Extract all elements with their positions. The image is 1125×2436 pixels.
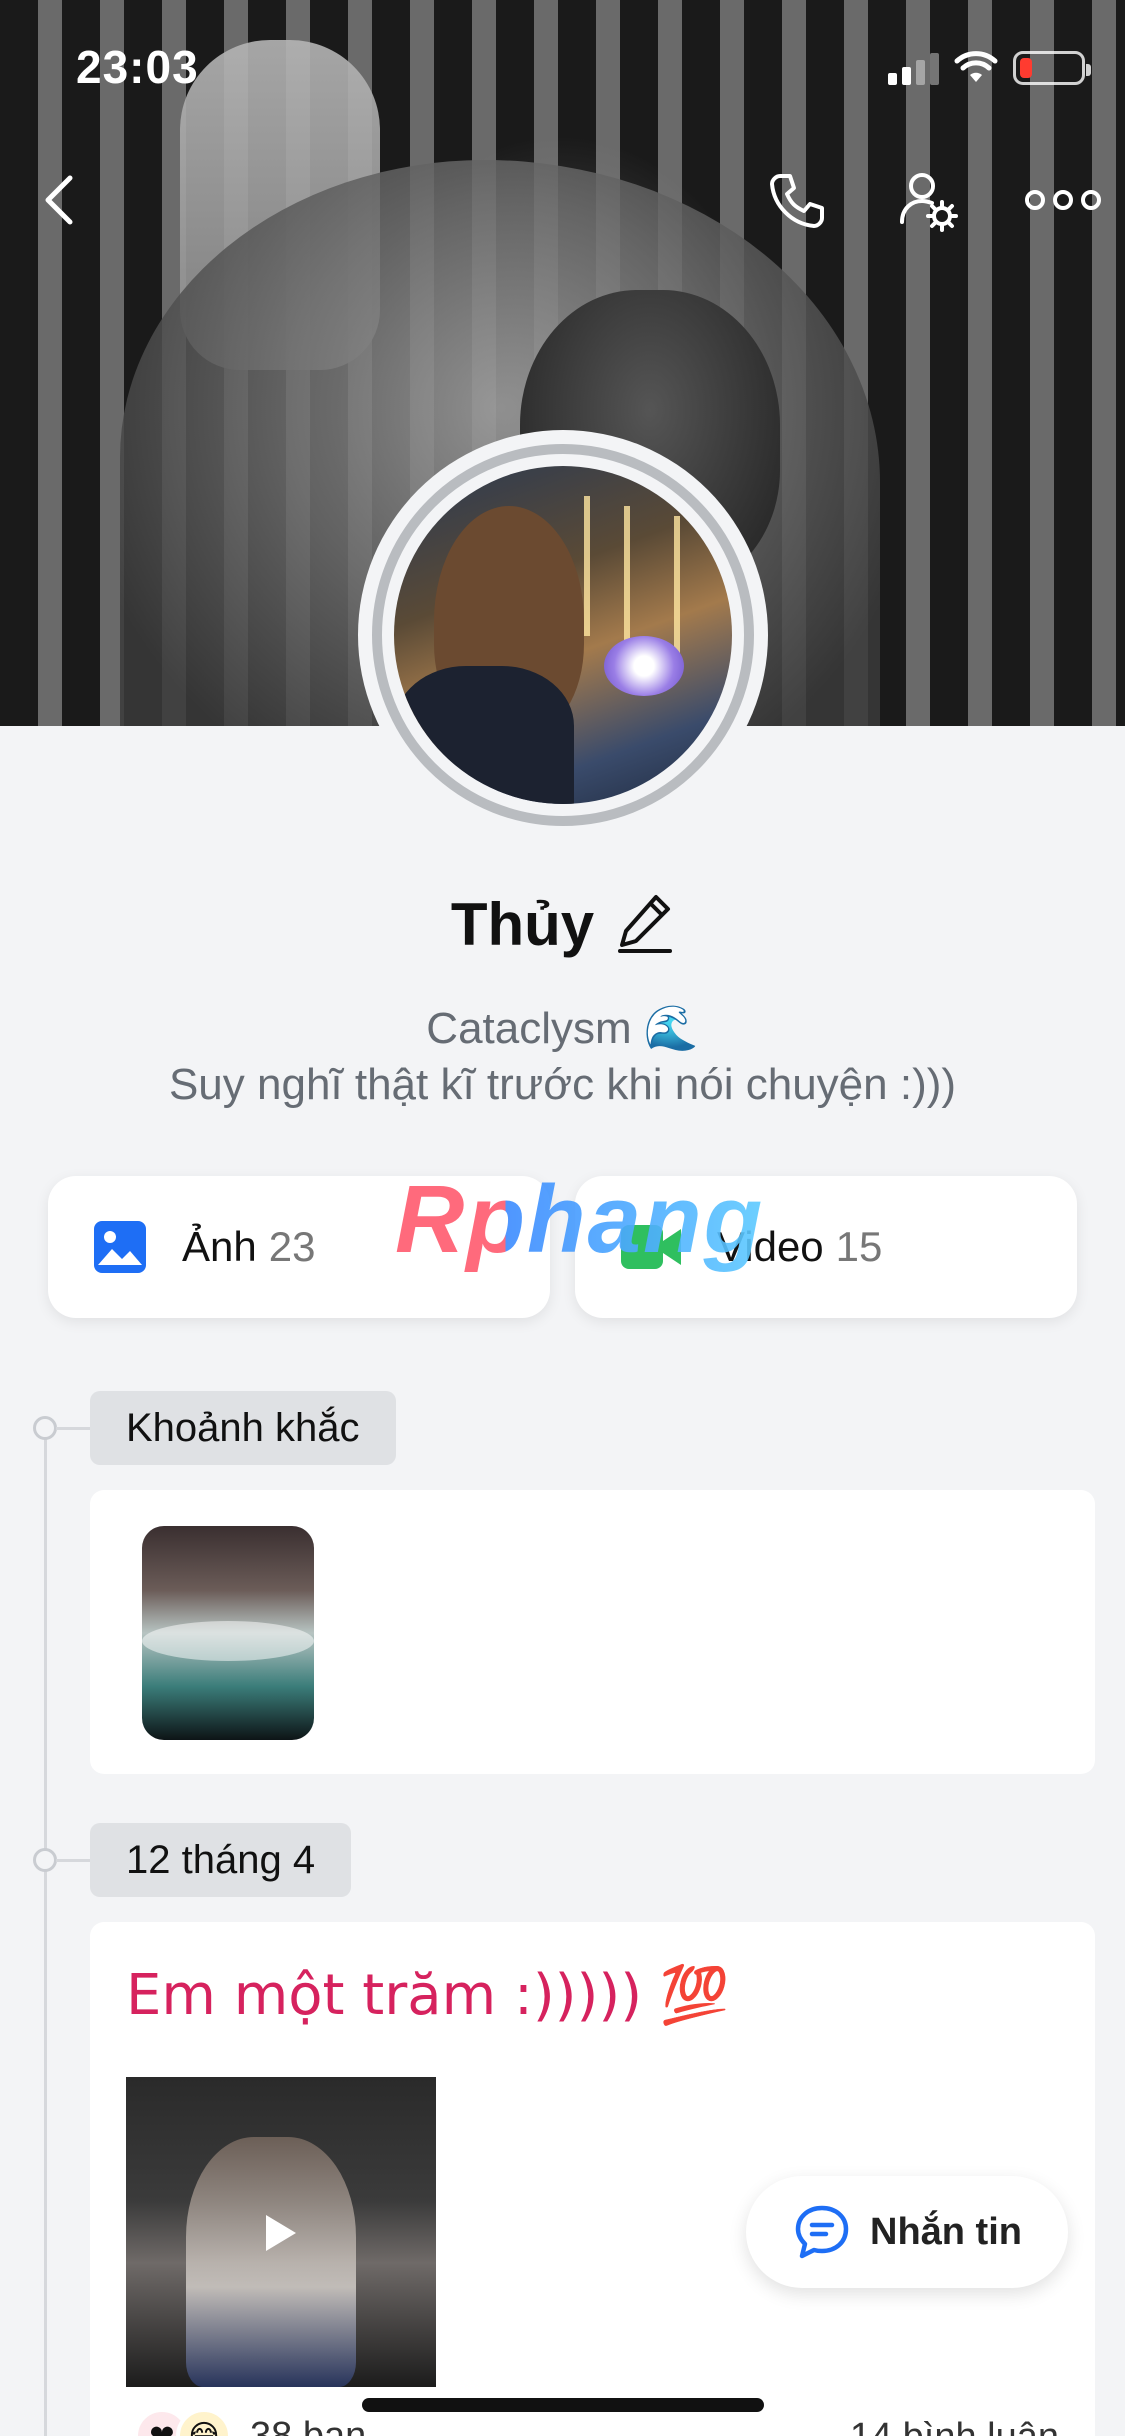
- avatar-border: [372, 444, 754, 826]
- play-icon: [266, 2215, 296, 2251]
- status-icons: [888, 50, 1091, 86]
- message-button[interactable]: Nhắn tin: [746, 2176, 1068, 2288]
- battery-icon: [1013, 51, 1091, 85]
- user-settings-icon: [900, 173, 958, 232]
- image-icon: [94, 1221, 146, 1273]
- profile-name: Thủy: [450, 891, 595, 958]
- emoji-reaction-icon: 😂: [176, 2408, 232, 2436]
- timeline-line: [44, 1425, 47, 2436]
- avatar[interactable]: [358, 430, 768, 840]
- phone-icon: [770, 174, 824, 228]
- video-camera-icon: [621, 1225, 681, 1269]
- chat-bubble-icon: [795, 2205, 849, 2259]
- back-button[interactable]: [20, 160, 100, 240]
- moments-panel: [90, 1490, 1095, 1774]
- pencil-icon: [618, 895, 673, 953]
- signal-icon: [888, 51, 939, 85]
- more-button[interactable]: [1020, 160, 1106, 240]
- status-time: 23:03: [76, 41, 199, 93]
- message-button-label: Nhắn tin: [870, 2210, 1022, 2253]
- wifi-icon: [954, 51, 998, 82]
- date-label: 12 tháng 4: [90, 1823, 352, 1897]
- moments-label: Khoảnh khắc: [90, 1391, 396, 1465]
- bio-line-2: Suy nghĩ thật kĩ trước khi nói chuyện :)…: [168, 1060, 957, 1109]
- home-indicator[interactable]: [362, 2398, 764, 2412]
- comments-count[interactable]: 14 bình luận: [850, 2416, 1059, 2436]
- post-video-thumbnail[interactable]: [126, 2077, 436, 2387]
- chevron-left-icon: [45, 175, 73, 225]
- profile-settings-button[interactable]: [888, 160, 968, 240]
- name-row: Thủy: [0, 890, 1125, 959]
- reactions[interactable]: ❤ 😂 38 bạn: [134, 2408, 366, 2436]
- more-dots-icon: [1025, 190, 1101, 210]
- avatar-photo: [394, 466, 732, 804]
- photos-card[interactable]: Ảnh 23: [48, 1176, 550, 1318]
- bio-line-1: Cataclysm 🌊: [426, 1004, 699, 1053]
- call-button[interactable]: [756, 160, 836, 240]
- post-title: Em một trăm :))))) 💯: [126, 1963, 730, 2028]
- timeline-dot: [33, 1848, 96, 1872]
- videos-label: Video 15: [717, 1223, 883, 1270]
- moment-thumbnail[interactable]: [142, 1526, 314, 1740]
- edit-name-button[interactable]: [616, 891, 674, 958]
- videos-card[interactable]: Video 15: [575, 1176, 1077, 1318]
- photos-label: Ảnh 23: [182, 1223, 316, 1270]
- reactions-count: 38 bạn: [250, 2414, 367, 2436]
- timeline-dot: [33, 1416, 96, 1440]
